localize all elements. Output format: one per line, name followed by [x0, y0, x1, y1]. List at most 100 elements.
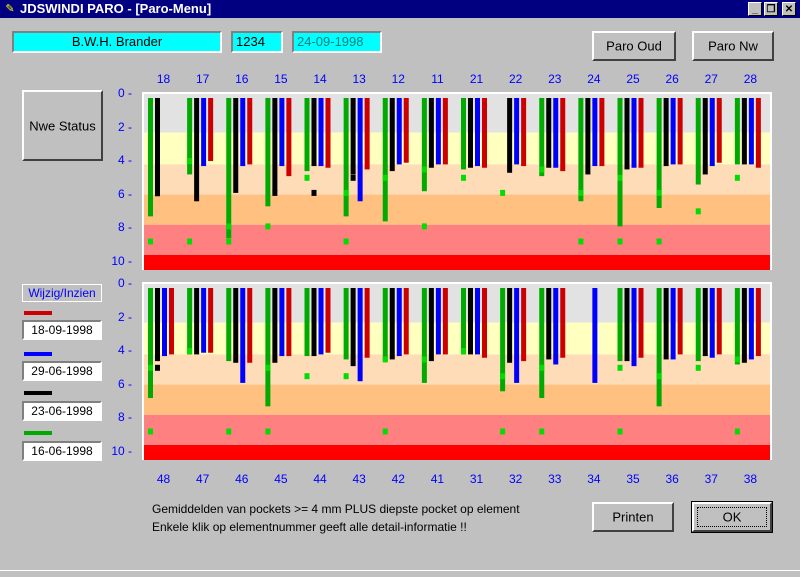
tooth-number-32[interactable]: 32	[496, 472, 536, 486]
bar-41-s0	[421, 288, 427, 383]
paro-nw-button[interactable]: Paro Nw	[692, 31, 774, 61]
tooth-number-43[interactable]: 43	[339, 472, 379, 486]
tooth-number-34[interactable]: 34	[574, 472, 614, 486]
pocket-marker-15-s0-0	[265, 223, 271, 230]
bar-11-s1	[428, 98, 434, 168]
bar-35-s2	[631, 288, 637, 367]
tooth-number-11[interactable]: 11	[417, 72, 457, 86]
pocket-marker-43-s0-0	[343, 373, 349, 380]
minimize-button[interactable]: _	[748, 2, 762, 16]
tooth-number-44[interactable]: 44	[300, 472, 340, 486]
legend-date-4: 16-06-1998	[22, 441, 102, 461]
paro-app-icon[interactable]: ✎	[3, 2, 17, 16]
bar-43-s0	[343, 288, 349, 360]
bar-12-s1	[389, 98, 395, 172]
note-line-1: Gemiddelden van pockets >= 4 mm PLUS die…	[152, 502, 520, 516]
nwe-status-button[interactable]: Nwe Status	[22, 90, 103, 161]
bar-37-s3	[716, 288, 722, 355]
tooth-number-27[interactable]: 27	[691, 72, 731, 86]
tooth-number-15[interactable]: 15	[261, 72, 301, 86]
wijzig-inzien-button[interactable]: Wijzig/Inzien	[22, 284, 102, 302]
tooth-number-41[interactable]: 41	[417, 472, 457, 486]
tooth-number-35[interactable]: 35	[613, 472, 653, 486]
tooth-number-38[interactable]: 38	[730, 472, 770, 486]
tooth-number-47[interactable]: 47	[183, 472, 223, 486]
upper-jaw-chart	[142, 92, 772, 270]
tooth-number-23[interactable]: 23	[535, 72, 575, 86]
depth-band-5	[144, 254, 770, 270]
tooth-number-45[interactable]: 45	[261, 472, 301, 486]
bar-48-s1	[155, 288, 160, 362]
bar-25-s0	[617, 98, 623, 227]
tooth-number-22[interactable]: 22	[496, 72, 536, 86]
bar-48-s3	[169, 288, 174, 355]
pocket-marker-25-s0-1	[617, 238, 623, 245]
pocket-marker-33-s0-1	[539, 428, 545, 435]
paro-oud-button[interactable]: Paro Oud	[592, 31, 676, 61]
bar-25-s1	[624, 98, 630, 170]
tooth-number-12[interactable]: 12	[378, 72, 418, 86]
bar-18-s1	[155, 98, 160, 197]
tooth-number-42[interactable]: 42	[378, 472, 418, 486]
tooth-number-28[interactable]: 28	[730, 72, 770, 86]
bar-33-s2	[553, 288, 559, 365]
bar-16-s0	[226, 98, 232, 239]
ok-label: OK	[722, 509, 742, 525]
tooth-number-36[interactable]: 36	[652, 472, 692, 486]
bar-21-s3	[482, 98, 487, 168]
close-button[interactable]: ✕	[782, 2, 796, 16]
bar-36-s3	[677, 288, 683, 355]
bar-15-s1	[272, 98, 278, 192]
pocket-marker-27-s0-0	[695, 208, 701, 215]
bar-26-s2	[670, 98, 676, 165]
tooth-number-14[interactable]: 14	[300, 72, 340, 86]
bar-15-s0	[265, 98, 271, 207]
depth-band-4	[144, 224, 770, 255]
pocket-marker-11-s0-1	[421, 223, 427, 230]
tooth-number-46[interactable]: 46	[222, 472, 262, 486]
pocket-marker-47-s0-0	[187, 348, 193, 355]
nwe-status-label: Nwe Status	[29, 118, 96, 133]
bar-44-s1	[311, 288, 317, 357]
bar-12-s0	[382, 98, 388, 222]
pocket-marker-42-s0-0	[382, 356, 388, 363]
bar-33-s3	[560, 288, 566, 358]
bar-24-s3	[599, 98, 605, 167]
bar-48-s0	[148, 288, 153, 398]
bar-14-s3	[325, 98, 331, 168]
bar-26-s3	[677, 98, 683, 165]
tooth-number-26[interactable]: 26	[652, 72, 692, 86]
tooth-number-37[interactable]: 37	[691, 472, 731, 486]
tooth-number-16[interactable]: 16	[222, 72, 262, 86]
bar-41-s3	[442, 288, 448, 355]
legend-line-green	[24, 431, 52, 435]
bar-22-s3	[521, 98, 527, 167]
bar-38-s1	[741, 288, 747, 363]
tooth-number-33[interactable]: 33	[535, 472, 575, 486]
bar-41-s2	[435, 288, 441, 355]
pocket-marker-48-s0-0	[148, 364, 153, 371]
restore-button[interactable]: ❐	[764, 2, 778, 16]
tooth-number-18[interactable]: 18	[144, 72, 184, 86]
pocket-marker-17-s0-1	[187, 238, 193, 245]
tooth-number-21[interactable]: 21	[457, 72, 497, 86]
tooth-number-17[interactable]: 17	[183, 72, 223, 86]
y-tick-6: 6 -	[117, 186, 132, 201]
pocket-marker-16-s0-1	[226, 238, 232, 245]
bar-17-s2	[201, 98, 207, 167]
tooth-number-48[interactable]: 48	[144, 472, 184, 486]
bar-41-s1	[428, 288, 434, 362]
tooth-number-31[interactable]: 31	[457, 472, 497, 486]
tooth-number-25[interactable]: 25	[613, 72, 653, 86]
tooth-number-24[interactable]: 24	[574, 72, 614, 86]
bar-27-s0	[695, 98, 701, 185]
y-tick-0: 0 -	[117, 86, 132, 100]
bar-27-s3	[716, 98, 722, 163]
bar-45-s1	[272, 288, 278, 363]
tooth-number-13[interactable]: 13	[339, 72, 379, 86]
ok-button[interactable]: OK	[691, 501, 773, 533]
legend-line-black	[24, 391, 52, 395]
bar-42-s3	[403, 288, 409, 355]
printen-button[interactable]: Printen	[592, 502, 674, 532]
bar-13-s0	[343, 98, 349, 217]
